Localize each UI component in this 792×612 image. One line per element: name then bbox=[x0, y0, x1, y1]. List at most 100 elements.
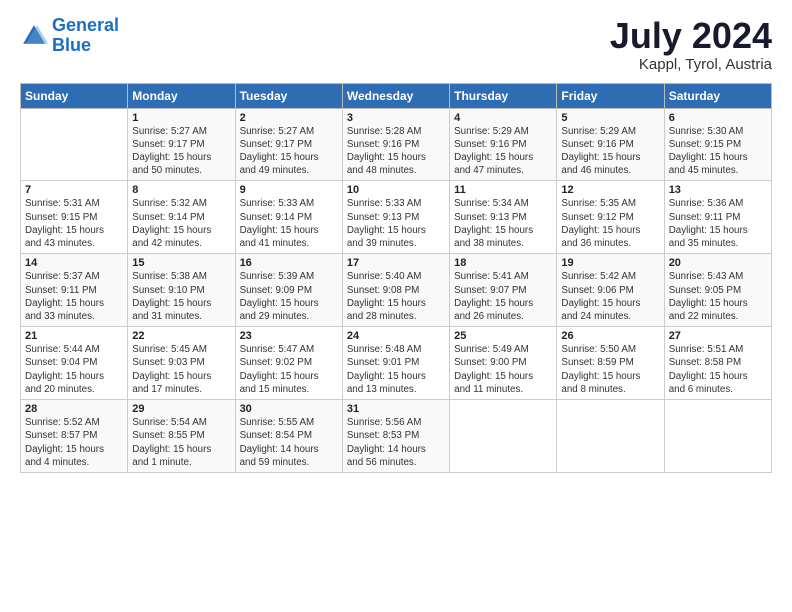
col-wednesday: Wednesday bbox=[342, 83, 449, 108]
cell-w3-d1: 14Sunrise: 5:37 AM Sunset: 9:11 PM Dayli… bbox=[21, 254, 128, 327]
col-saturday: Saturday bbox=[664, 83, 771, 108]
cell-w2-d6: 12Sunrise: 5:35 AM Sunset: 9:12 PM Dayli… bbox=[557, 181, 664, 254]
cell-w4-d6: 26Sunrise: 5:50 AM Sunset: 8:59 PM Dayli… bbox=[557, 327, 664, 400]
cell-w4-d4: 24Sunrise: 5:48 AM Sunset: 9:01 PM Dayli… bbox=[342, 327, 449, 400]
day-number: 9 bbox=[240, 184, 338, 196]
cell-w5-d7 bbox=[664, 400, 771, 473]
day-info: Sunrise: 5:28 AM Sunset: 9:16 PM Dayligh… bbox=[347, 125, 445, 178]
cell-w2-d1: 7Sunrise: 5:31 AM Sunset: 9:15 PM Daylig… bbox=[21, 181, 128, 254]
day-info: Sunrise: 5:43 AM Sunset: 9:05 PM Dayligh… bbox=[669, 270, 767, 323]
cell-w2-d5: 11Sunrise: 5:34 AM Sunset: 9:13 PM Dayli… bbox=[450, 181, 557, 254]
day-number: 27 bbox=[669, 330, 767, 342]
cell-w5-d3: 30Sunrise: 5:55 AM Sunset: 8:54 PM Dayli… bbox=[235, 400, 342, 473]
day-number: 11 bbox=[454, 184, 552, 196]
day-number: 3 bbox=[347, 112, 445, 124]
cell-w1-d1 bbox=[21, 108, 128, 181]
cell-w3-d6: 19Sunrise: 5:42 AM Sunset: 9:06 PM Dayli… bbox=[557, 254, 664, 327]
cell-w2-d7: 13Sunrise: 5:36 AM Sunset: 9:11 PM Dayli… bbox=[664, 181, 771, 254]
cell-w5-d5 bbox=[450, 400, 557, 473]
day-info: Sunrise: 5:33 AM Sunset: 9:14 PM Dayligh… bbox=[240, 197, 338, 250]
day-number: 17 bbox=[347, 257, 445, 269]
cell-w4-d3: 23Sunrise: 5:47 AM Sunset: 9:02 PM Dayli… bbox=[235, 327, 342, 400]
day-info: Sunrise: 5:52 AM Sunset: 8:57 PM Dayligh… bbox=[25, 416, 123, 469]
logo-icon bbox=[20, 22, 48, 50]
cell-w3-d3: 16Sunrise: 5:39 AM Sunset: 9:09 PM Dayli… bbox=[235, 254, 342, 327]
cell-w2-d2: 8Sunrise: 5:32 AM Sunset: 9:14 PM Daylig… bbox=[128, 181, 235, 254]
logo-line2: Blue bbox=[52, 35, 91, 55]
day-info: Sunrise: 5:49 AM Sunset: 9:00 PM Dayligh… bbox=[454, 343, 552, 396]
day-number: 14 bbox=[25, 257, 123, 269]
cell-w3-d5: 18Sunrise: 5:41 AM Sunset: 9:07 PM Dayli… bbox=[450, 254, 557, 327]
cell-w3-d7: 20Sunrise: 5:43 AM Sunset: 9:05 PM Dayli… bbox=[664, 254, 771, 327]
day-number: 12 bbox=[561, 184, 659, 196]
day-number: 21 bbox=[25, 330, 123, 342]
day-number: 4 bbox=[454, 112, 552, 124]
day-number: 15 bbox=[132, 257, 230, 269]
day-info: Sunrise: 5:39 AM Sunset: 9:09 PM Dayligh… bbox=[240, 270, 338, 323]
day-info: Sunrise: 5:41 AM Sunset: 9:07 PM Dayligh… bbox=[454, 270, 552, 323]
cell-w5-d2: 29Sunrise: 5:54 AM Sunset: 8:55 PM Dayli… bbox=[128, 400, 235, 473]
day-info: Sunrise: 5:36 AM Sunset: 9:11 PM Dayligh… bbox=[669, 197, 767, 250]
day-number: 6 bbox=[669, 112, 767, 124]
day-info: Sunrise: 5:34 AM Sunset: 9:13 PM Dayligh… bbox=[454, 197, 552, 250]
day-number: 13 bbox=[669, 184, 767, 196]
logo-line1: General bbox=[52, 15, 119, 35]
cell-w4-d1: 21Sunrise: 5:44 AM Sunset: 9:04 PM Dayli… bbox=[21, 327, 128, 400]
week-row-3: 14Sunrise: 5:37 AM Sunset: 9:11 PM Dayli… bbox=[21, 254, 772, 327]
cell-w2-d4: 10Sunrise: 5:33 AM Sunset: 9:13 PM Dayli… bbox=[342, 181, 449, 254]
day-number: 26 bbox=[561, 330, 659, 342]
header-row: Sunday Monday Tuesday Wednesday Thursday… bbox=[21, 83, 772, 108]
calendar-table: Sunday Monday Tuesday Wednesday Thursday… bbox=[20, 83, 772, 473]
day-number: 2 bbox=[240, 112, 338, 124]
logo-text: General Blue bbox=[52, 16, 119, 56]
title-block: July 2024 Kappl, Tyrol, Austria bbox=[610, 16, 772, 73]
cell-w1-d7: 6Sunrise: 5:30 AM Sunset: 9:15 PM Daylig… bbox=[664, 108, 771, 181]
col-friday: Friday bbox=[557, 83, 664, 108]
col-monday: Monday bbox=[128, 83, 235, 108]
day-number: 24 bbox=[347, 330, 445, 342]
day-number: 7 bbox=[25, 184, 123, 196]
day-info: Sunrise: 5:33 AM Sunset: 9:13 PM Dayligh… bbox=[347, 197, 445, 250]
day-info: Sunrise: 5:31 AM Sunset: 9:15 PM Dayligh… bbox=[25, 197, 123, 250]
cell-w2-d3: 9Sunrise: 5:33 AM Sunset: 9:14 PM Daylig… bbox=[235, 181, 342, 254]
cell-w1-d6: 5Sunrise: 5:29 AM Sunset: 9:16 PM Daylig… bbox=[557, 108, 664, 181]
cell-w3-d4: 17Sunrise: 5:40 AM Sunset: 9:08 PM Dayli… bbox=[342, 254, 449, 327]
day-number: 8 bbox=[132, 184, 230, 196]
day-info: Sunrise: 5:35 AM Sunset: 9:12 PM Dayligh… bbox=[561, 197, 659, 250]
col-thursday: Thursday bbox=[450, 83, 557, 108]
subtitle: Kappl, Tyrol, Austria bbox=[610, 56, 772, 73]
day-info: Sunrise: 5:29 AM Sunset: 9:16 PM Dayligh… bbox=[561, 125, 659, 178]
day-info: Sunrise: 5:54 AM Sunset: 8:55 PM Dayligh… bbox=[132, 416, 230, 469]
day-info: Sunrise: 5:47 AM Sunset: 9:02 PM Dayligh… bbox=[240, 343, 338, 396]
day-number: 31 bbox=[347, 403, 445, 415]
cell-w1-d4: 3Sunrise: 5:28 AM Sunset: 9:16 PM Daylig… bbox=[342, 108, 449, 181]
day-info: Sunrise: 5:48 AM Sunset: 9:01 PM Dayligh… bbox=[347, 343, 445, 396]
page: General Blue July 2024 Kappl, Tyrol, Aus… bbox=[0, 0, 792, 483]
cell-w5-d6 bbox=[557, 400, 664, 473]
day-info: Sunrise: 5:40 AM Sunset: 9:08 PM Dayligh… bbox=[347, 270, 445, 323]
day-info: Sunrise: 5:27 AM Sunset: 9:17 PM Dayligh… bbox=[132, 125, 230, 178]
day-info: Sunrise: 5:37 AM Sunset: 9:11 PM Dayligh… bbox=[25, 270, 123, 323]
header: General Blue July 2024 Kappl, Tyrol, Aus… bbox=[20, 16, 772, 73]
week-row-2: 7Sunrise: 5:31 AM Sunset: 9:15 PM Daylig… bbox=[21, 181, 772, 254]
day-number: 30 bbox=[240, 403, 338, 415]
day-info: Sunrise: 5:44 AM Sunset: 9:04 PM Dayligh… bbox=[25, 343, 123, 396]
cell-w5-d4: 31Sunrise: 5:56 AM Sunset: 8:53 PM Dayli… bbox=[342, 400, 449, 473]
day-info: Sunrise: 5:55 AM Sunset: 8:54 PM Dayligh… bbox=[240, 416, 338, 469]
day-info: Sunrise: 5:30 AM Sunset: 9:15 PM Dayligh… bbox=[669, 125, 767, 178]
day-info: Sunrise: 5:56 AM Sunset: 8:53 PM Dayligh… bbox=[347, 416, 445, 469]
day-number: 18 bbox=[454, 257, 552, 269]
cell-w5-d1: 28Sunrise: 5:52 AM Sunset: 8:57 PM Dayli… bbox=[21, 400, 128, 473]
week-row-5: 28Sunrise: 5:52 AM Sunset: 8:57 PM Dayli… bbox=[21, 400, 772, 473]
day-number: 1 bbox=[132, 112, 230, 124]
cell-w4-d2: 22Sunrise: 5:45 AM Sunset: 9:03 PM Dayli… bbox=[128, 327, 235, 400]
day-number: 23 bbox=[240, 330, 338, 342]
day-info: Sunrise: 5:29 AM Sunset: 9:16 PM Dayligh… bbox=[454, 125, 552, 178]
day-number: 19 bbox=[561, 257, 659, 269]
day-number: 22 bbox=[132, 330, 230, 342]
day-info: Sunrise: 5:45 AM Sunset: 9:03 PM Dayligh… bbox=[132, 343, 230, 396]
cell-w4-d7: 27Sunrise: 5:51 AM Sunset: 8:58 PM Dayli… bbox=[664, 327, 771, 400]
logo: General Blue bbox=[20, 16, 119, 56]
day-number: 28 bbox=[25, 403, 123, 415]
day-info: Sunrise: 5:32 AM Sunset: 9:14 PM Dayligh… bbox=[132, 197, 230, 250]
